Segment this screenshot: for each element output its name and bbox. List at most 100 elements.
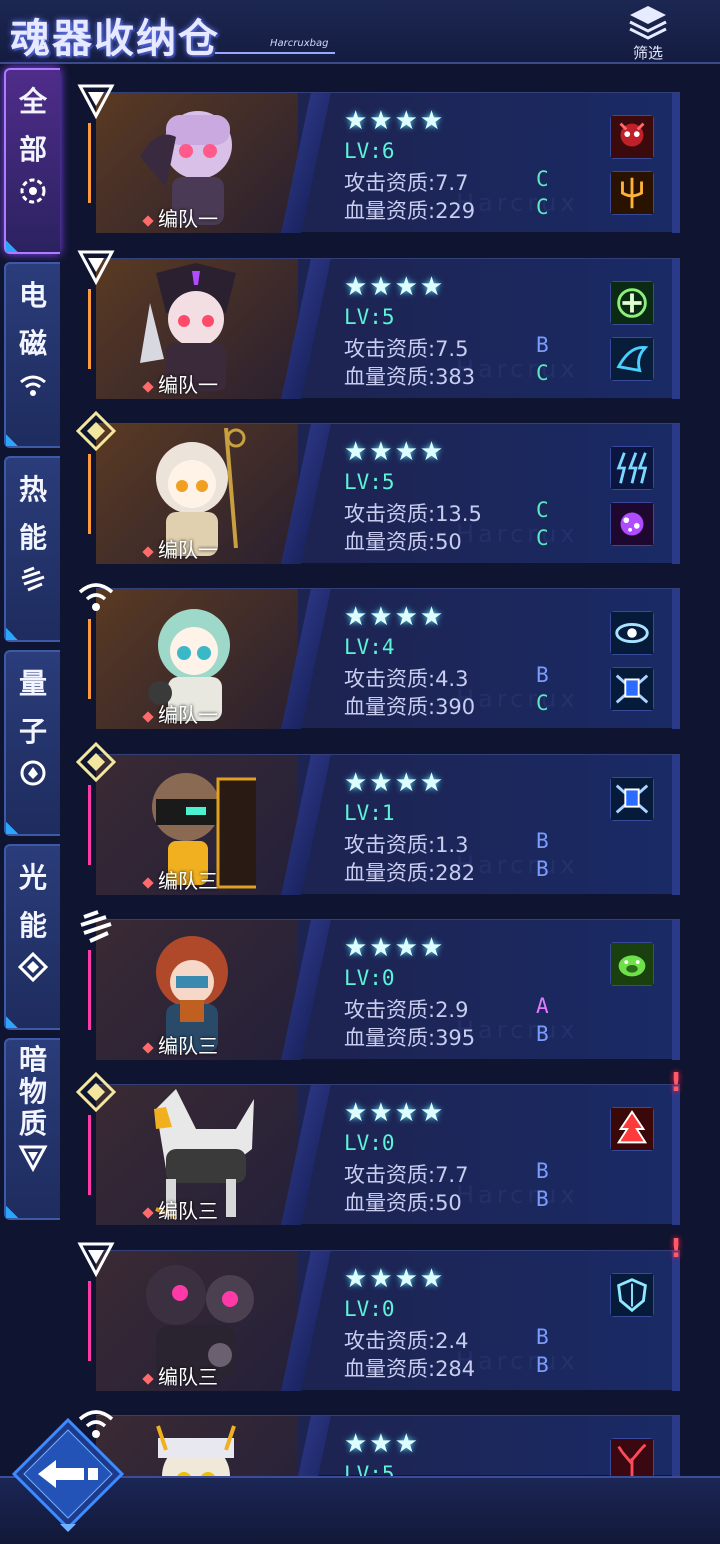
page-subtitle: Harcruxbag	[270, 38, 329, 49]
shield-skill-icon[interactable]	[610, 1273, 654, 1317]
accent-line	[88, 454, 91, 534]
tab-label-line: 能	[18, 909, 47, 942]
hp-grade: C	[536, 526, 549, 550]
dark-matter-triangle-icon	[76, 246, 116, 286]
light-diamond-icon	[75, 410, 117, 452]
card-watermark: Harcrux	[456, 1181, 579, 1209]
shield-crest-skill-icon[interactable]	[610, 667, 654, 711]
team-label: 编队三	[158, 1365, 218, 1389]
hp-aptitude: 血量资质:229	[344, 199, 476, 223]
level-label: LV:5	[344, 470, 395, 494]
tab-quantum[interactable]: 量 子	[4, 650, 60, 836]
team-tag: 编队三	[142, 1361, 218, 1390]
tab-electromagnetic[interactable]: 电 磁	[4, 262, 60, 448]
harcrux-list[interactable]: Harcrux 编队一 ★★★★ LV:6 攻击资质:7.7 C 血量资质:229 C Harc…	[64, 66, 720, 1544]
tab-label-line: 热	[18, 473, 47, 506]
page-title: 魂器收纳仓	[10, 16, 220, 62]
harcrux-card[interactable]: Harcrux 编队一 ★★★★ LV:5 攻击资质:7.5 B 血量资质:383 C	[88, 258, 680, 399]
hp-grade: B	[536, 857, 549, 881]
alert-icon: !	[670, 1068, 682, 1098]
harcrux-card[interactable]: Harcrux 编队一 ★★★★ LV:5 攻击资质:13.5 C 血量资质:50 C	[88, 423, 680, 564]
blue-wing-skill-icon[interactable]	[610, 337, 654, 381]
team-label: 编队一	[158, 373, 218, 397]
eye-skill-icon[interactable]	[610, 611, 654, 655]
harcrux-card[interactable]: Harcrux 编队一 ★★★★ LV:4 攻击资质:4.3 B 血量资质:390 C	[88, 588, 680, 729]
electromagnetic-wifi-icon	[20, 375, 46, 396]
harcrux-card[interactable]: Harcrux 编队一 ★★★★ LV:6 攻击资质:7.7 C 血量资质:229 C	[88, 92, 680, 233]
tab-thermal[interactable]: 热 能	[4, 456, 60, 642]
attack-aptitude: 攻击资质:4.3	[344, 667, 469, 691]
attack-grade: C	[536, 498, 549, 522]
accent-line	[88, 619, 91, 699]
harcrux-card[interactable]: Harcrux 编队三 ★★★★ LV:0 攻击资质:2.9 A 血量资质:395 B	[88, 919, 680, 1060]
harcrux-card[interactable]: Harcrux 编队三 ★★★★ LV:0 攻击资质:2.4 B 血量资质:284 B	[88, 1250, 680, 1391]
tab-label-line: 暗	[18, 1043, 47, 1076]
star-rating: ★★★★	[344, 602, 446, 632]
team-dot	[142, 876, 154, 889]
attack-aptitude: 攻击资质:2.9	[344, 998, 469, 1022]
tab-corner	[6, 434, 18, 446]
harcrux-card[interactable]: Harcrux 编队三 ★★★★ LV:1 攻击资质:1.3 B 血量资质:282 B	[88, 754, 680, 895]
level-label: LV:5	[344, 305, 395, 329]
attack-grade: C	[536, 167, 549, 191]
filter-label: 筛选	[632, 44, 663, 62]
tab-label-line: 电	[18, 279, 47, 312]
purple-orb-skill-icon[interactable]	[610, 502, 654, 546]
level-label: LV:4	[344, 635, 395, 659]
lightning-skill-icon[interactable]	[610, 446, 654, 490]
red-tree-skill-icon[interactable]	[610, 1107, 654, 1151]
green-pig-skill-icon[interactable]	[610, 942, 654, 986]
attack-aptitude: 攻击资质:2.4	[344, 1329, 469, 1353]
harcrux-card[interactable]: Harcrux 编队三 ★★★★ LV:0 攻击资质:7.7 B 血量资质:50 B	[88, 1084, 680, 1225]
card-edge	[672, 424, 680, 564]
hp-grade: C	[536, 361, 549, 385]
team-label: 编队一	[158, 538, 218, 562]
hp-aptitude: 血量资质:390	[344, 695, 476, 719]
team-dot	[142, 1372, 154, 1385]
attack-grade: B	[536, 333, 549, 357]
accent-line	[88, 950, 91, 1030]
star-rating: ★★★★	[344, 272, 446, 302]
card-edge	[672, 755, 680, 895]
light-diamond-icon	[75, 741, 117, 783]
team-dot	[142, 214, 154, 227]
tab-light[interactable]: 光 能	[4, 844, 60, 1030]
trident-skill-icon[interactable]	[610, 171, 654, 215]
star-rating: ★★★★	[344, 106, 446, 136]
tab-all[interactable]: 全 部	[4, 68, 60, 254]
demon-face-skill-icon[interactable]	[610, 115, 654, 159]
team-label: 编队一	[158, 207, 218, 231]
light-diamond-icon	[75, 1071, 117, 1113]
tab-label-line: 能	[18, 521, 47, 554]
harcrux-card[interactable]: Harcrux★★★LV:5	[88, 1415, 680, 1544]
tab-corner	[6, 240, 18, 252]
team-dot	[142, 380, 154, 393]
card-edge	[672, 1085, 680, 1225]
attack-grade: B	[536, 1159, 549, 1183]
level-label: LV:0	[344, 1297, 395, 1321]
star-rating: ★★★	[344, 1429, 420, 1459]
tab-corner	[6, 628, 18, 640]
level-label: LV:0	[344, 966, 395, 990]
attack-aptitude: 攻击资质:13.5	[344, 502, 482, 526]
tab-label-line: 光	[18, 861, 47, 894]
quantum-ring-icon	[20, 760, 46, 786]
attack-aptitude: 攻击资质:1.3	[344, 833, 469, 857]
back-button[interactable]	[10, 1416, 126, 1532]
team-tag: 编队一	[142, 203, 218, 232]
tab-label-line: 量	[18, 667, 47, 700]
hp-grade: C	[536, 691, 549, 715]
level-label: LV:6	[344, 139, 395, 163]
shield-crest-skill-icon[interactable]	[610, 777, 654, 821]
tab-dark-matter[interactable]: 暗 物 质	[4, 1038, 60, 1220]
back-arrow-icon	[11, 1417, 125, 1532]
dark-matter-triangle-icon	[76, 80, 116, 120]
team-tag: 编队三	[142, 1195, 218, 1224]
team-label: 编队三	[158, 869, 218, 893]
team-tag: 编队三	[142, 1030, 218, 1059]
tab-label-line: 子	[18, 715, 47, 748]
light-diamond-icon	[18, 952, 48, 982]
green-cross-skill-icon[interactable]	[610, 281, 654, 325]
filter-button[interactable]: 筛选	[616, 2, 680, 62]
thermal-slash-icon	[76, 907, 116, 947]
